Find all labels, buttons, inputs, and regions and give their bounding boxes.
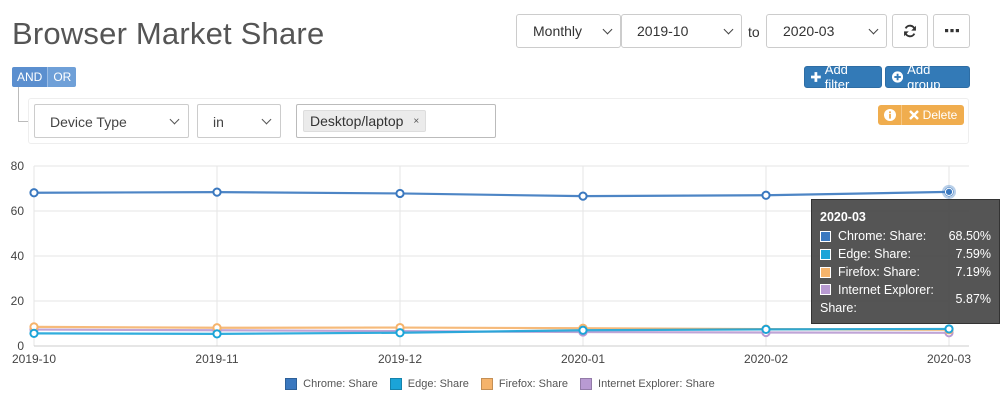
delete-rule-group: Delete xyxy=(878,105,964,125)
legend-swatch xyxy=(580,378,593,390)
tooltip-title: 2020-03 xyxy=(820,210,866,224)
field-select[interactable]: Device Type xyxy=(34,104,189,138)
tooltip-row: Chrome: Share: 68.50% xyxy=(820,227,991,245)
legend-item[interactable]: Internet Explorer: Share xyxy=(580,378,715,390)
x-tick-label: 2019-11 xyxy=(195,352,238,366)
tooltip-swatch xyxy=(820,248,831,260)
data-point xyxy=(578,191,588,201)
y-tick-label: 20 xyxy=(11,294,25,308)
plus-circle-icon xyxy=(892,71,904,83)
delete-label: Delete xyxy=(922,108,958,122)
from-date-select[interactable]: 2019-10 xyxy=(621,14,742,48)
y-tick-label: 40 xyxy=(11,249,25,263)
data-point xyxy=(29,188,39,198)
legend-item[interactable]: Edge: Share xyxy=(389,378,469,390)
legend-swatch xyxy=(480,378,493,390)
data-point xyxy=(944,187,954,196)
tooltip-swatch xyxy=(820,284,831,295)
value-tag-label: Desktop/laptop xyxy=(310,113,404,129)
legend-swatch xyxy=(285,378,298,390)
tooltip-value: 68.50% xyxy=(948,229,991,243)
series-line xyxy=(33,190,950,198)
x-tick-label: 2019-10 xyxy=(12,352,56,366)
refresh-button[interactable] xyxy=(892,14,928,48)
chevron-down-icon xyxy=(602,24,613,35)
chevron-down-icon xyxy=(169,114,180,125)
more-options-button[interactable] xyxy=(933,14,970,48)
data-point xyxy=(212,329,222,339)
y-tick-label: 60 xyxy=(11,204,25,218)
interval-value: Monthly xyxy=(533,23,583,39)
refresh-icon xyxy=(904,24,916,38)
tooltip-value: 5.87% xyxy=(955,292,991,306)
tooltip-value: 7.59% xyxy=(955,247,991,261)
chart-legend: Chrome: Share Edge: Share Firefox: Share In… xyxy=(0,378,1000,390)
info-icon xyxy=(883,109,896,121)
data-point xyxy=(761,324,771,334)
legend-swatch xyxy=(389,378,402,390)
data-point xyxy=(395,188,405,199)
legend-label: Edge: Share xyxy=(407,378,469,390)
legend-label: Chrome: Share xyxy=(303,378,378,390)
tooltip-row: Firefox: Share: 7.19% xyxy=(820,263,991,281)
add-filter-button[interactable]: Add filter xyxy=(804,62,882,92)
data-point xyxy=(395,328,405,338)
x-tick-label: 2020-02 xyxy=(744,352,788,366)
or-button[interactable]: OR xyxy=(47,67,77,87)
field-value: Device Type xyxy=(50,114,127,130)
ellipsis-icon xyxy=(944,29,959,33)
operator-select[interactable]: in xyxy=(197,104,281,138)
data-point xyxy=(29,328,39,338)
x-tick-label: 2020-01 xyxy=(561,352,605,366)
legend-item[interactable]: Chrome: Share xyxy=(285,378,378,390)
tooltip-swatch xyxy=(820,266,831,278)
info-button[interactable] xyxy=(878,105,902,125)
operator-value: in xyxy=(213,114,224,130)
tooltip-swatch xyxy=(820,230,831,242)
to-date-value: 2020-03 xyxy=(783,23,835,39)
chart-tooltip: 2020-03 Chrome: Share: 68.50% Edge: Share:… xyxy=(811,199,1000,324)
data-point xyxy=(944,324,954,334)
add-filter-label: Add filter xyxy=(824,62,850,92)
delete-button[interactable]: Delete xyxy=(902,105,964,125)
x-tick-label: 2019-12 xyxy=(378,352,422,366)
tooltip-label: Firefox: Share: xyxy=(838,265,920,279)
tooltip-label: Chrome: Share: xyxy=(838,229,927,243)
data-point xyxy=(212,187,222,197)
tooltip-value: 7.19% xyxy=(955,265,991,279)
y-tick-label: 80 xyxy=(11,159,25,173)
close-icon xyxy=(908,110,919,120)
to-date-select[interactable]: 2020-03 xyxy=(766,14,887,48)
data-point xyxy=(761,190,771,200)
add-group-button[interactable]: Add group xyxy=(885,62,970,92)
to-label: to xyxy=(748,24,760,40)
value-tag: Desktop/laptop × xyxy=(303,110,427,132)
remove-tag-icon[interactable]: × xyxy=(413,116,419,127)
chevron-down-icon xyxy=(868,24,879,35)
legend-label: Internet Explorer: Share xyxy=(598,378,715,390)
value-multiselect[interactable]: Desktop/laptop × xyxy=(296,104,496,138)
legend-label: Firefox: Share xyxy=(498,378,569,390)
tooltip-row: Internet Explorer: Share: 5.87% xyxy=(820,281,991,317)
tooltip-label-cont: Share: xyxy=(820,301,857,315)
tooltip-label: Edge: Share: xyxy=(838,247,911,261)
tooltip-row: Edge: Share: 7.59% xyxy=(820,245,991,263)
y-tick-label: 0 xyxy=(17,339,24,353)
x-tick-label: 2020-03 xyxy=(927,352,971,366)
plus-icon xyxy=(811,72,821,82)
chevron-down-icon xyxy=(261,114,272,125)
add-group-label: Add group xyxy=(907,62,941,92)
and-or-toggle: AND OR xyxy=(12,67,77,87)
and-button[interactable]: AND xyxy=(12,67,48,87)
from-date-value: 2019-10 xyxy=(637,23,689,39)
page-title: Browser Market Share xyxy=(12,16,325,51)
data-point xyxy=(578,325,588,335)
legend-item[interactable]: Firefox: Share xyxy=(480,378,569,390)
chevron-down-icon xyxy=(723,24,734,35)
interval-select[interactable]: Monthly xyxy=(516,14,621,48)
